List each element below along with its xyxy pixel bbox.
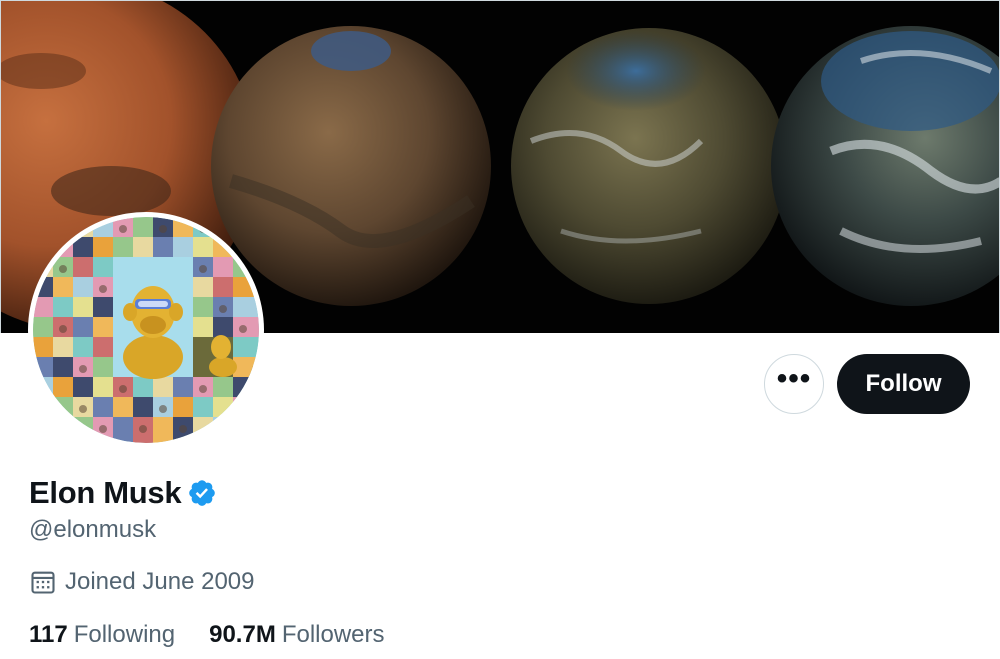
profile-name: Elon Musk [29, 475, 182, 510]
follow-stats: 117 Following 90.7M Followers [29, 621, 419, 649]
profile-handle: @elonmusk [29, 516, 157, 543]
calendar-icon [29, 568, 57, 596]
joined-text: Joined June 2009 [65, 568, 255, 595]
followers-link[interactable]: 90.7M Followers [209, 621, 384, 649]
following-link[interactable]: 117 Following [29, 621, 175, 649]
verified-badge-icon[interactable] [187, 478, 217, 508]
more-dots-icon: ••• [776, 362, 812, 395]
joined-date: Joined June 2009 [29, 568, 255, 596]
followers-count: 90.7M [209, 621, 276, 648]
avatar-image [33, 217, 259, 443]
bored-ape-nft-icon [33, 217, 259, 443]
following-label: Following [73, 621, 176, 648]
profile-avatar[interactable] [28, 212, 264, 448]
more-options-button[interactable]: ••• [764, 354, 824, 414]
following-count: 117 [29, 621, 68, 648]
followers-label: Followers [281, 621, 385, 648]
profile-name-row: Elon Musk [29, 475, 217, 511]
follow-button[interactable]: Follow [837, 354, 970, 414]
